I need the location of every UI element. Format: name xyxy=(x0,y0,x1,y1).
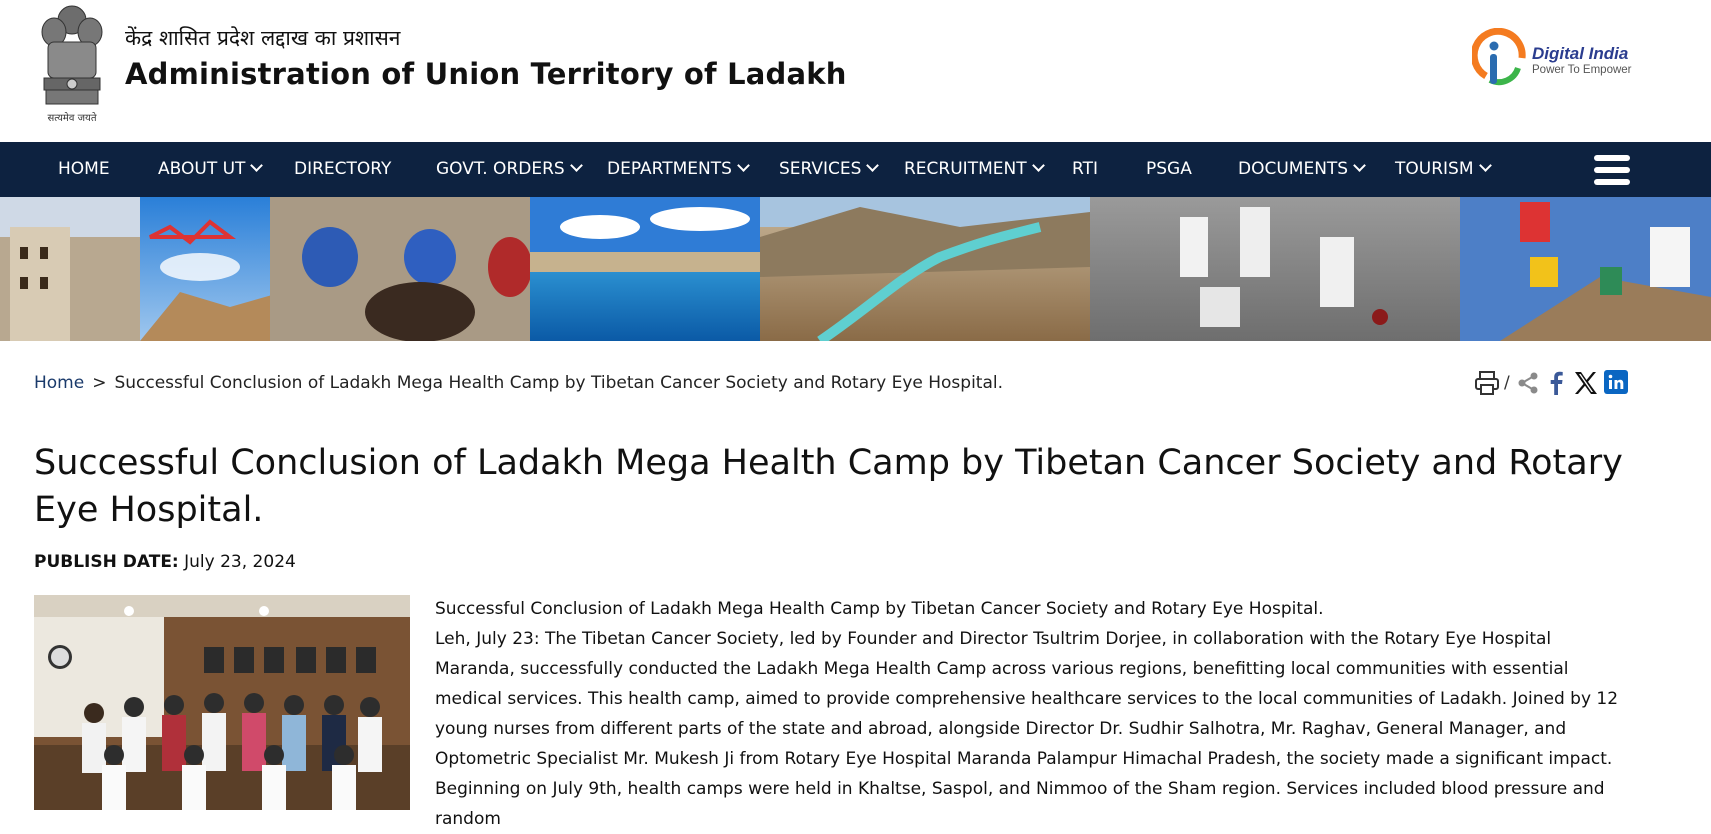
site-header: सत्यमेव जयते केंद्र शासित प्रदेश लद्दाख … xyxy=(0,0,1711,142)
x-twitter-icon[interactable] xyxy=(1572,370,1598,396)
nav-departments[interactable]: DEPARTMENTS xyxy=(607,142,750,197)
nav-label: SERVICES xyxy=(779,159,862,179)
hamburger-menu-icon[interactable] xyxy=(1594,155,1630,185)
nav-label: ABOUT UT xyxy=(158,159,246,179)
print-icon[interactable] xyxy=(1474,370,1500,396)
nav-home[interactable]: HOME xyxy=(58,142,110,197)
article-title: Successful Conclusion of Ladakh Mega Hea… xyxy=(34,443,1623,530)
article-photo[interactable] xyxy=(34,595,410,810)
chevron-down-icon xyxy=(866,159,880,172)
chevron-down-icon xyxy=(1478,159,1492,172)
share-icon[interactable] xyxy=(1516,370,1540,396)
publish-date-label: PUBLISH DATE: xyxy=(34,552,179,572)
main-navigation: HOME ABOUT UT DIRECTORY GOVT. ORDERS DEP… xyxy=(0,142,1711,197)
article-paragraph: Beginning on July 9th, health camps were… xyxy=(435,779,1605,829)
breadcrumb-separator: > xyxy=(92,373,107,393)
article-paragraph: Leh, July 23: The Tibetan Cancer Society… xyxy=(435,629,1619,769)
nav-label: DOCUMENTS xyxy=(1238,159,1349,179)
chevron-down-icon xyxy=(1353,159,1366,172)
hero-banner-image xyxy=(0,197,1711,341)
nav-recruitment[interactable]: RECRUITMENT xyxy=(904,142,1045,197)
site-title[interactable]: Administration of Union Territory of Lad… xyxy=(125,54,847,94)
site-title-hindi: केंद्र शासित प्रदेश लद्दाख का प्रशासन xyxy=(125,26,401,50)
share-separator: / xyxy=(1504,373,1510,393)
nav-label: DIRECTORY xyxy=(294,159,392,179)
nav-tourism[interactable]: TOURISM xyxy=(1395,142,1492,197)
nav-psga[interactable]: PSGA xyxy=(1146,142,1192,197)
nav-label: PSGA xyxy=(1146,159,1192,179)
digital-india-icon xyxy=(1470,27,1526,86)
digital-india-title: Digital India xyxy=(1532,44,1629,63)
site-title-block: केंद्र शासित प्रदेश लद्दाख का प्रशासन Ad… xyxy=(125,24,847,94)
breadcrumb-current: Successful Conclusion of Ladakh Mega Hea… xyxy=(114,373,1004,393)
chevron-down-icon xyxy=(737,159,750,172)
article-body: Successful Conclusion of Ladakh Mega Hea… xyxy=(435,594,1625,834)
emblem-caption: सत्यमेव जयते xyxy=(47,113,97,124)
nav-directory[interactable]: DIRECTORY xyxy=(294,142,391,197)
national-emblem-logo[interactable]: सत्यमेव जयते xyxy=(34,2,110,126)
nav-about-ut[interactable]: ABOUT UT xyxy=(158,142,264,197)
nav-documents[interactable]: DOCUMENTS xyxy=(1238,142,1366,197)
chevron-down-icon xyxy=(569,159,583,172)
digital-india-tagline: Power To Empower xyxy=(1532,64,1632,76)
linkedin-icon[interactable] xyxy=(1604,370,1630,396)
breadcrumb: Home > Successful Conclusion of Ladakh Meg… xyxy=(34,373,1003,393)
nav-label: DEPARTMENTS xyxy=(607,159,732,179)
nav-label: GOVT. ORDERS xyxy=(436,159,565,179)
breadcrumb-home-link[interactable]: Home xyxy=(34,373,84,393)
nav-services[interactable]: SERVICES xyxy=(779,142,880,197)
nav-label: TOURISM xyxy=(1395,159,1474,179)
nav-label: RTI xyxy=(1072,159,1098,179)
article-paragraph: Successful Conclusion of Ladakh Mega Hea… xyxy=(435,599,1324,619)
nav-label: RECRUITMENT xyxy=(904,159,1027,179)
nav-rti[interactable]: RTI xyxy=(1072,142,1098,197)
chevron-down-icon xyxy=(250,159,264,172)
nav-govt-orders[interactable]: GOVT. ORDERS xyxy=(436,142,583,197)
nav-label: HOME xyxy=(58,159,110,179)
facebook-icon[interactable] xyxy=(1546,370,1566,396)
chevron-down-icon xyxy=(1031,159,1045,172)
publish-date: PUBLISH DATE: July 23, 2024 xyxy=(34,552,296,572)
digital-india-logo[interactable]: Digital India Power To Empower xyxy=(1470,27,1642,98)
publish-date-value: July 23, 2024 xyxy=(184,552,296,572)
